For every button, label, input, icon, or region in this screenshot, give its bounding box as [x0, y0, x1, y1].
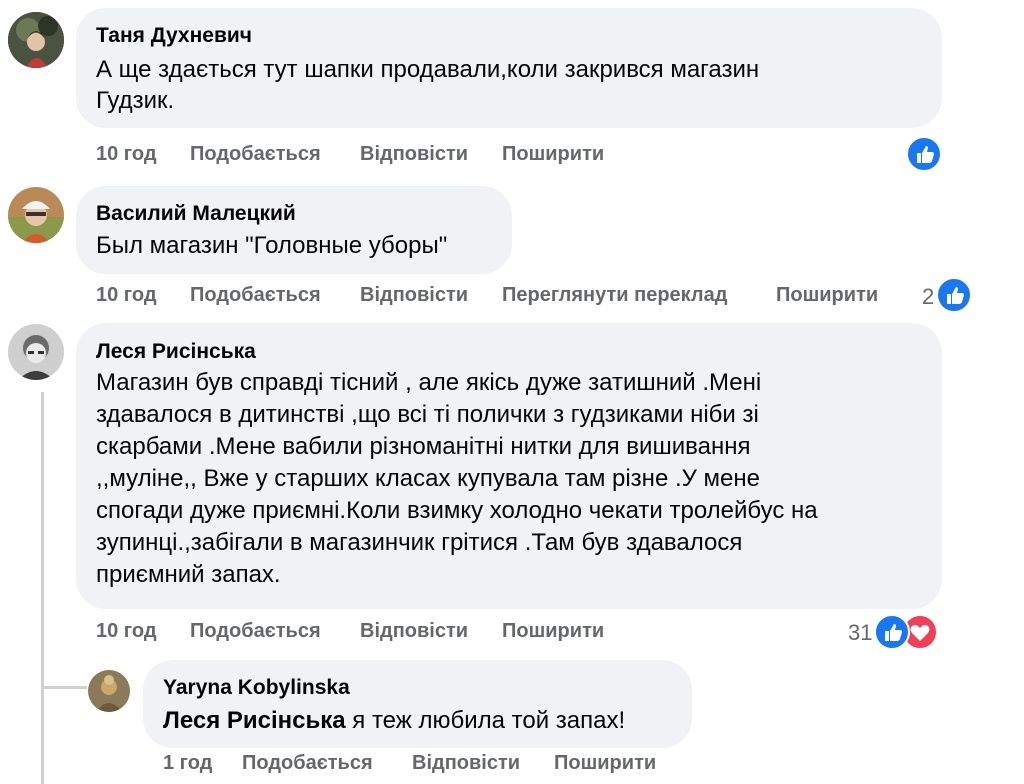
comment-time[interactable]: 1 год [163, 752, 212, 775]
reply-button[interactable]: Відповісти [412, 752, 520, 775]
comment-author[interactable]: Yaryna Kobylinska [163, 676, 350, 700]
reaction-count[interactable]: 2 [922, 284, 934, 310]
comment-text-line: А ще здається тут шапки продавали,коли з… [96, 56, 760, 83]
mention-link[interactable]: Леся Рисінська [163, 707, 346, 734]
comment-time[interactable]: 10 год [96, 620, 157, 643]
like-reaction-icon[interactable] [906, 136, 942, 172]
like-button[interactable]: Подобається [190, 143, 321, 166]
share-button[interactable]: Поширити [776, 284, 878, 307]
comment-text: Был магазин "Головные уборы" [96, 230, 447, 261]
comment-author[interactable]: Таня Духневич [96, 24, 252, 48]
reaction-count[interactable]: 31 [848, 620, 872, 646]
comment-author[interactable]: Василий Малецкий [96, 202, 296, 226]
comment-text-line: зупинці.,забігали в магазинчик грітися .… [96, 529, 743, 556]
share-button[interactable]: Поширити [502, 620, 604, 643]
thread-connector [41, 686, 87, 689]
comment-text-line: Был магазин "Головные уборы" [96, 232, 448, 259]
reply-button[interactable]: Відповісти [360, 143, 468, 166]
comment-text-line: скарбами .Мене вабили різноманітні нитки… [96, 433, 751, 460]
like-reaction-icon[interactable] [936, 277, 972, 313]
comment-time[interactable]: 10 год [96, 143, 157, 166]
avatar[interactable] [8, 187, 64, 243]
avatar[interactable] [8, 12, 64, 68]
reply-button[interactable]: Відповісти [360, 620, 468, 643]
avatar[interactable] [8, 324, 64, 380]
comment-text-line: Магазин був справді тісний , але якісь д… [96, 369, 762, 396]
reply-button[interactable]: Відповісти [360, 284, 468, 307]
comment-text-line: спогади дуже приємні.Коли взимку холодно… [96, 497, 818, 524]
share-button[interactable]: Поширити [554, 752, 656, 775]
comment-text-line: здавалося в дитинстві ,що всі ті полички… [96, 401, 759, 428]
comment-text: Магазин був справді тісний , але якісь д… [96, 367, 818, 591]
comment-text: А ще здається тут шапки продавали,коли з… [96, 54, 759, 116]
comment-text: Леся Рисінська я теж любила той запах! [163, 705, 625, 736]
like-button[interactable]: Подобається [242, 752, 373, 775]
avatar[interactable] [88, 670, 130, 712]
see-translation-button[interactable]: Переглянути переклад [502, 284, 727, 307]
like-reaction-icon[interactable] [874, 614, 910, 650]
comment-text-line: приємний запах. [96, 561, 281, 588]
comment-author[interactable]: Леся Рисінська [96, 340, 256, 364]
like-button[interactable]: Подобається [190, 620, 321, 643]
reply-text: я теж любила той запах! [345, 707, 626, 734]
comment-text-line: ,,муліне,, Вже у старших класах купувала… [96, 465, 760, 492]
like-button[interactable]: Подобається [190, 284, 321, 307]
thread-line [41, 392, 44, 784]
comment-time[interactable]: 10 год [96, 284, 157, 307]
share-button[interactable]: Поширити [502, 143, 604, 166]
comment-text-line: Гудзик. [96, 87, 175, 114]
